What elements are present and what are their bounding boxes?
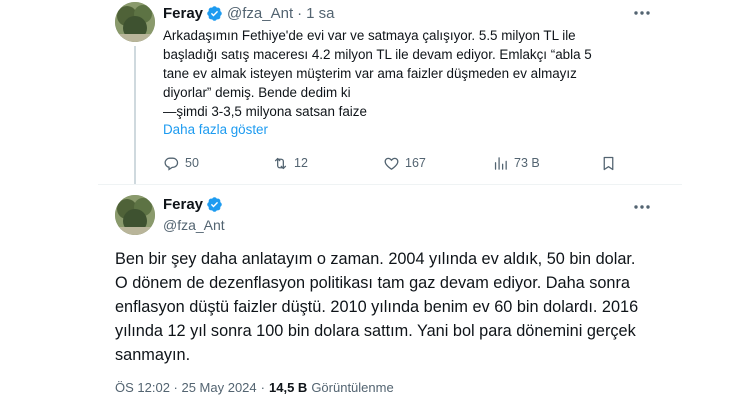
tweet-actions: 50 12 167 73 B: [163, 153, 614, 173]
tweet-header: Feray @fza_Ant · 1 sa: [163, 4, 334, 22]
views-count: 73 B: [514, 156, 540, 170]
repost-arrows-icon: [274, 157, 287, 169]
views-button[interactable]: 73 B: [492, 153, 540, 173]
display-name[interactable]: Feray: [163, 5, 203, 22]
show-more-link[interactable]: Daha fazla göster: [163, 122, 268, 137]
tweet-text-line: —şimdi 3-3,5 milyona satsan faize: [163, 104, 367, 119]
bookmark-icon: [603, 156, 614, 170]
heart-icon: [384, 157, 399, 170]
relative-time[interactable]: 1 sa: [306, 5, 334, 22]
repost-count: 12: [294, 156, 308, 170]
bookmark-button[interactable]: [600, 153, 622, 173]
avatar[interactable]: [115, 195, 155, 235]
tweet-text: Arkadaşımın Fethiye'de evi var ve satmay…: [163, 26, 633, 121]
reply-bubble-icon: [164, 157, 179, 171]
parent-tweet[interactable]: Feray @fza_Ant · 1 sa Arkadaşımın Fethiy…: [0, 0, 730, 184]
reply-count: 50: [185, 156, 199, 170]
views-count: 14,5 B: [269, 380, 308, 395]
views-label: Görüntülenme: [311, 380, 394, 395]
tweet-meta: ÖS 12:02 · 25 May 2024 · 14,5 B Görüntül…: [115, 380, 394, 395]
tweet-text-line: Arkadaşımın Fethiye'de evi var ve satmay…: [163, 28, 576, 43]
tweet-text-line: enflasyon düştü faizler düştü. 2010 yılı…: [115, 298, 639, 316]
repost-button[interactable]: 12: [272, 153, 308, 173]
verified-badge-icon: [206, 196, 223, 213]
avatar-image: [115, 2, 155, 42]
like-count: 167: [405, 156, 426, 170]
like-button[interactable]: 167: [383, 153, 426, 173]
separator-dot: ·: [260, 380, 265, 395]
separator-dot: ·: [297, 4, 303, 22]
tweet-header: Feray: [163, 196, 227, 213]
tweet-text-line: tane ev almak isteyen müşterim var ama f…: [163, 66, 577, 81]
avatar-image: [115, 195, 155, 235]
tweet-text-line: Ben bir şey daha anlatayım o zaman. 2004…: [115, 250, 636, 268]
verified-badge-icon: [206, 5, 223, 22]
more-dots-icon[interactable]: [632, 200, 652, 212]
handle[interactable]: @fza_Ant: [163, 217, 225, 233]
tweet-text-line: yılında 12 yıl sonra 100 bin dolara satt…: [115, 322, 636, 340]
tweet-text-line: O dönem de dezenflasyon politikası tam g…: [115, 274, 630, 292]
tweet-text-line: başladığı satış maceresı 4.2 milyon TL i…: [163, 47, 592, 62]
thread-connector-line: [134, 46, 136, 184]
tweet-text-line: sanmayın.: [115, 346, 191, 364]
reply-button[interactable]: 50: [163, 153, 199, 173]
more-dots-icon[interactable]: [632, 6, 652, 18]
avatar[interactable]: [115, 2, 155, 42]
display-name[interactable]: Feray: [163, 196, 203, 213]
tweet-text-line: diyorlar” demiş. Bende dedim ki: [163, 85, 351, 100]
tweet-divider: [98, 184, 682, 185]
timestamp[interactable]: ÖS 12:02 · 25 May 2024: [115, 380, 257, 395]
tweet-text: Ben bir şey daha anlatayım o zaman. 2004…: [115, 247, 675, 367]
handle[interactable]: @fza_Ant: [227, 5, 293, 22]
bar-chart-icon: [494, 156, 507, 170]
